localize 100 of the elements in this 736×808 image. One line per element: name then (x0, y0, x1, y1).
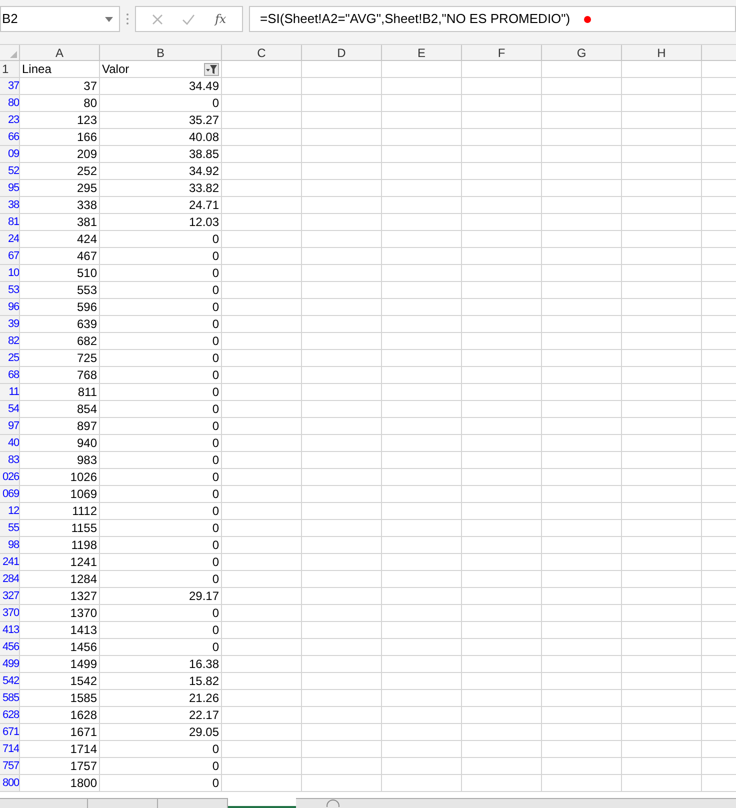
table-cell: 682 (20, 333, 100, 350)
column-header[interactable]: B (100, 45, 222, 60)
table-cell: 1628 (20, 707, 100, 724)
column-header[interactable]: G (542, 45, 622, 60)
row-header: 800 (0, 775, 20, 792)
row-header: 82 (0, 333, 20, 350)
table-cell: 0 (100, 639, 222, 656)
row-header: 96 (0, 299, 20, 316)
dot-icon (584, 16, 592, 22)
drag-handle-icon (126, 13, 129, 25)
filter-button[interactable] (204, 62, 219, 76)
row-header: 95 (0, 180, 20, 197)
row-header: 97 (0, 418, 20, 435)
table-cell: 1241 (20, 554, 100, 571)
row-header: 241 (0, 554, 20, 571)
column-header[interactable]: E (382, 45, 462, 60)
row-header: 38 (0, 197, 20, 214)
table-cell: 123 (20, 112, 100, 129)
row-header: 09 (0, 146, 20, 163)
insert-function-button[interactable]: fx (214, 10, 226, 28)
table-cell: 0 (100, 401, 222, 418)
row-header: 026 (0, 469, 20, 486)
check-icon[interactable] (182, 14, 196, 24)
row-header: 757 (0, 758, 20, 775)
row-header: 81 (0, 214, 20, 231)
cancel-icon[interactable] (152, 14, 163, 24)
table-cell: 0 (100, 248, 222, 265)
row-header: 66 (0, 129, 20, 146)
table-cell: 40.08 (100, 129, 222, 146)
table-cell: 0 (100, 486, 222, 503)
table-cell: 1456 (20, 639, 100, 656)
column-header[interactable]: H (622, 45, 702, 60)
table-cell: 983 (20, 452, 100, 469)
table-cell: 338 (20, 197, 100, 214)
table-cell: 80 (20, 95, 100, 112)
table-cell: 21.26 (100, 690, 222, 707)
row-header: 80 (0, 95, 20, 112)
row-header: 23 (0, 112, 20, 129)
table-cell: 768 (20, 367, 100, 384)
row-header: 39 (0, 316, 20, 333)
row-header: 585 (0, 690, 20, 707)
row-header: 37 (0, 78, 20, 95)
table-cell: 1542 (20, 673, 100, 690)
table-cell: 1800 (20, 775, 100, 792)
table-cell: 22.17 (100, 707, 222, 724)
corner-triangle-icon[interactable] (10, 51, 17, 58)
column-header[interactable]: A (20, 45, 100, 60)
row-header: 55 (0, 520, 20, 537)
table-cell: 1413 (20, 622, 100, 639)
dropdown-caret-icon[interactable] (105, 16, 113, 22)
table-cell: 596 (20, 299, 100, 316)
row-header: 456 (0, 639, 20, 656)
table-cell: 0 (100, 775, 222, 792)
row-header: 24 (0, 231, 20, 248)
table-cell: 381 (20, 214, 100, 231)
table-cell: 0 (100, 605, 222, 622)
table-cell: 0 (100, 350, 222, 367)
row-header: 40 (0, 435, 20, 452)
add-sheet-icon[interactable] (326, 799, 340, 807)
table-cell: 811 (20, 384, 100, 401)
row-header: 714 (0, 741, 20, 758)
row-header: 370 (0, 605, 20, 622)
table-cell: 725 (20, 350, 100, 367)
table-cell: 0 (100, 554, 222, 571)
formula-text: =SI(Sheet!A2="AVG",Sheet!B2,"NO ES PROMEDIO") (260, 10, 570, 28)
table-cell: 38.85 (100, 146, 222, 163)
row-header: 542 (0, 673, 20, 690)
table-cell: 1112 (20, 503, 100, 520)
table-cell: 854 (20, 401, 100, 418)
table-cell: 0 (100, 418, 222, 435)
table-cell: 33.82 (100, 180, 222, 197)
table-cell: 897 (20, 418, 100, 435)
row-header: 628 (0, 707, 20, 724)
row-header: 98 (0, 537, 20, 554)
row-header: 25 (0, 350, 20, 367)
table-cell: 639 (20, 316, 100, 333)
table-cell: 24.71 (100, 197, 222, 214)
table-cell: 0 (100, 520, 222, 537)
table-cell: 15.82 (100, 673, 222, 690)
filter-icon (206, 64, 217, 74)
table-cell: 0 (100, 452, 222, 469)
table-cell: 35.27 (100, 112, 222, 129)
row-header: 671 (0, 724, 20, 741)
table-cell: 0 (100, 282, 222, 299)
column-header[interactable]: C (222, 45, 302, 60)
formula-field[interactable]: =SI(Sheet!A2="AVG",Sheet!B2,"NO ES PROMEDIO") (249, 6, 736, 32)
column-header[interactable]: D (302, 45, 382, 60)
table-cell: 0 (100, 758, 222, 775)
table-cell: 1155 (20, 520, 100, 537)
name-box[interactable]: B2 (0, 6, 120, 32)
table-cell: 0 (100, 741, 222, 758)
table-cell-text: Valor (102, 61, 130, 78)
table-cell: 29.05 (100, 724, 222, 741)
table-cell: 0 (100, 435, 222, 452)
row-header: 11 (0, 384, 20, 401)
column-header[interactable]: F (462, 45, 542, 60)
table-cell: 1370 (20, 605, 100, 622)
table-cell: 295 (20, 180, 100, 197)
table-cell: 0 (100, 316, 222, 333)
table-cell: 0 (100, 367, 222, 384)
